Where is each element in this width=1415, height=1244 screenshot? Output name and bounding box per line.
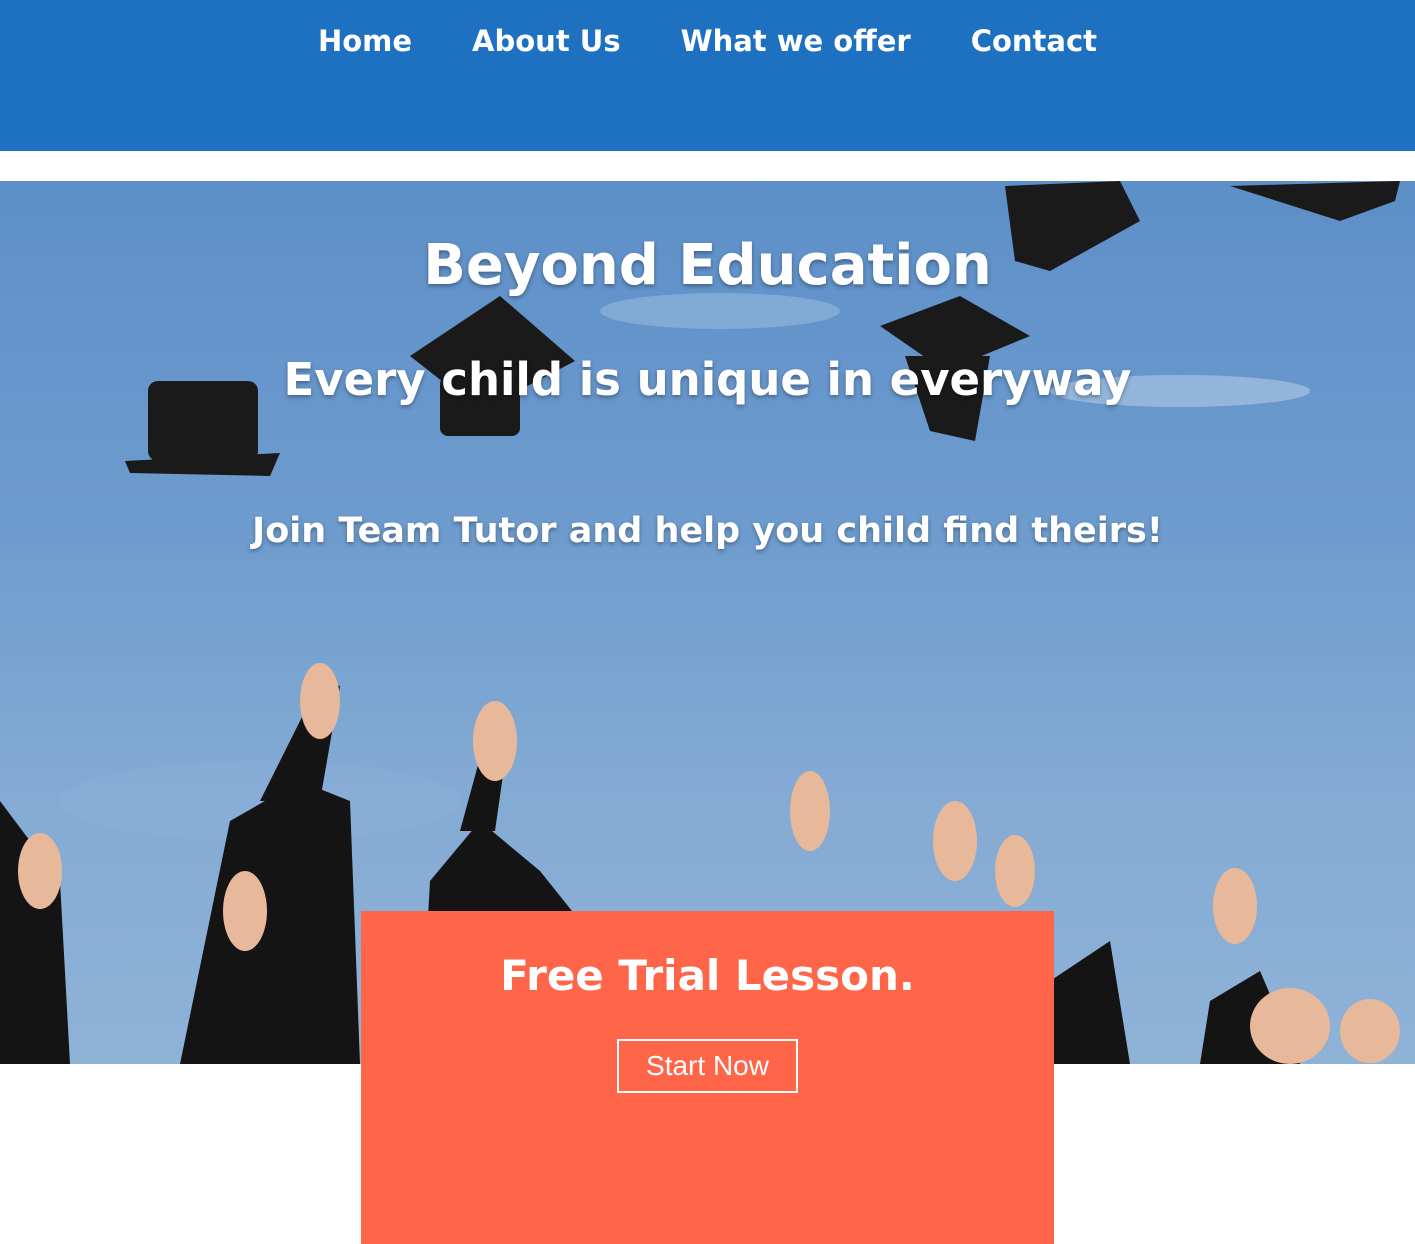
nav-link-home[interactable]: Home — [318, 24, 412, 58]
free-trial-card: Free Trial Lesson. Start Now — [361, 911, 1054, 1244]
hero-tagline: Join Team Tutor and help you child find … — [252, 511, 1163, 551]
start-now-button[interactable]: Start Now — [617, 1039, 798, 1093]
hero-subtitle: Every child is unique in everyway — [283, 353, 1132, 406]
free-trial-title: Free Trial Lesson. — [500, 951, 915, 1000]
nav-link-about-us[interactable]: About Us — [472, 24, 621, 58]
nav-item-contact: Contact — [971, 24, 1097, 58]
top-navigation-bar: Home About Us What we offer Contact — [0, 0, 1415, 151]
nav-item-about-us: About Us — [472, 24, 621, 58]
nav-item-what-we-offer: What we offer — [681, 24, 911, 58]
nav-link-contact[interactable]: Contact — [971, 24, 1097, 58]
hero-title: Beyond Education — [423, 233, 992, 298]
nav-menu: Home About Us What we offer Contact — [0, 0, 1415, 82]
nav-link-what-we-offer[interactable]: What we offer — [681, 24, 911, 58]
nav-item-home: Home — [318, 24, 412, 58]
